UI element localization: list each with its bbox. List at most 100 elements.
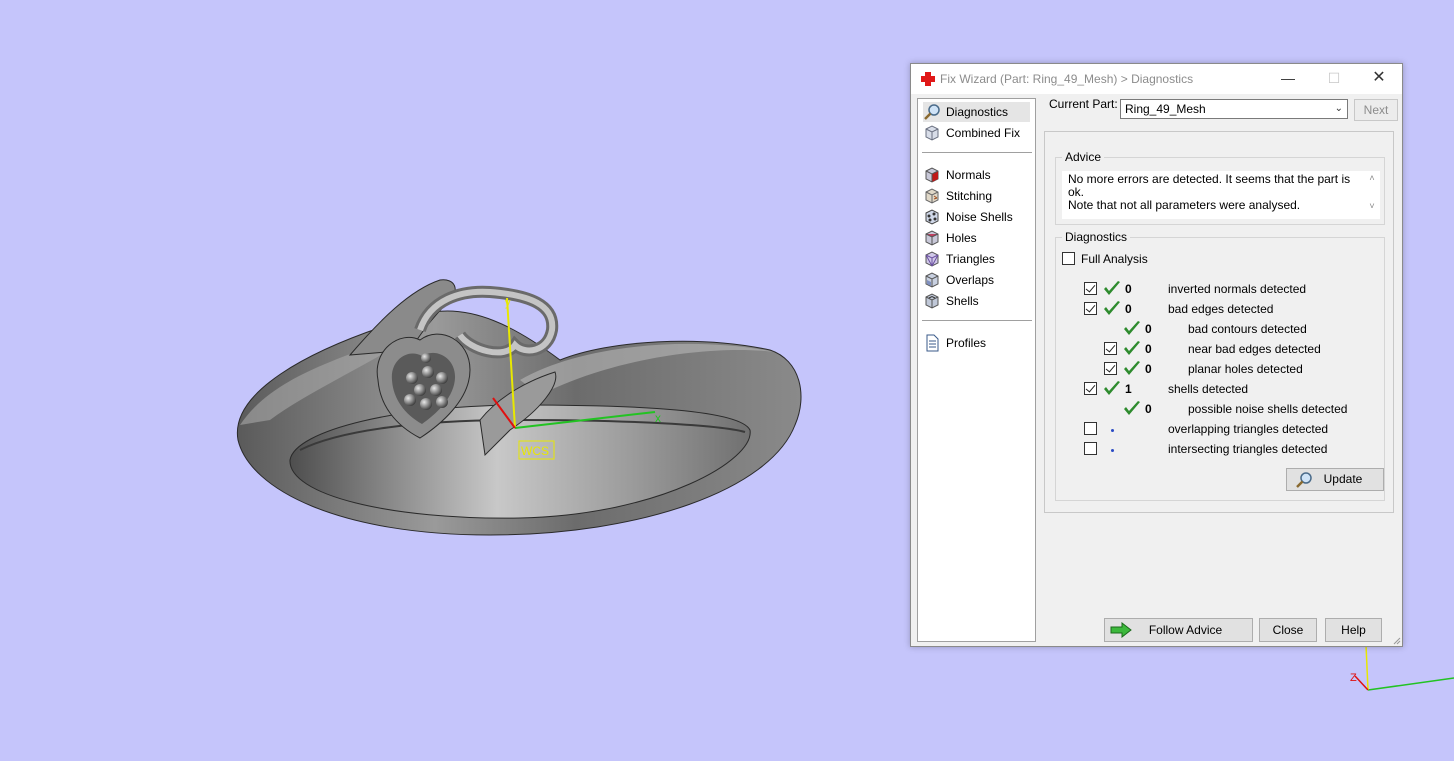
diagnostic-row: 0 inverted normals detected [1056,281,1384,299]
sidebar-item-label: Profiles [946,336,987,350]
full-analysis-label: Full Analysis [1081,252,1148,266]
shells-cube-icon [925,293,939,309]
maximize-button[interactable]: ☐ [1311,64,1357,94]
diagnostic-count: 0 [1125,302,1132,316]
magnifier-icon [1296,472,1312,488]
resize-grip-icon[interactable] [1391,635,1401,645]
diagnostic-checkbox[interactable] [1104,362,1117,375]
diagnostic-count: 0 [1145,342,1152,356]
diagnostic-row: 0 near bad edges detected [1056,341,1384,359]
wizard-sidebar: Diagnostics Combined Fix Normals Stitchi… [917,98,1036,642]
diagnostic-label: shells detected [1168,382,1249,396]
sidebar-item-stitching[interactable]: Stitching [923,186,992,206]
diagnostic-row: 0 bad edges detected [1056,301,1384,319]
sidebar-item-label: Noise Shells [946,210,1013,224]
sidebar-item-triangles[interactable]: Triangles [923,249,995,269]
advice-scrollbar[interactable]: ˄ ˅ [1364,171,1380,219]
diagnostic-label: possible noise shells detected [1188,402,1348,416]
sidebar-item-label: Normals [946,168,991,182]
green-arrow-icon [1110,622,1132,638]
diagnostic-count: 0 [1125,282,1132,296]
advice-title: Advice [1062,150,1105,164]
sidebar-item-noise-shells[interactable]: Noise Shells [923,207,1013,227]
diagnostic-count: 1 [1125,382,1132,396]
stitching-cube-icon [925,188,939,204]
diagnostic-label: bad contours detected [1188,322,1307,336]
sidebar-item-overlaps[interactable]: Overlaps [923,270,994,290]
sidebar-item-shells[interactable]: Shells [923,291,979,311]
follow-advice-button[interactable]: Follow Advice [1104,618,1253,642]
diagnostic-row: 1 shells detected [1056,381,1384,399]
diagnostic-checkbox[interactable] [1084,302,1097,315]
corner-z-label: Z [1350,672,1357,684]
diagnostic-checkbox[interactable] [1084,382,1097,395]
sidebar-item-label: Diagnostics [946,105,1009,119]
green-check-icon [1124,341,1140,355]
diagnostic-row: 0 planar holes detected [1056,361,1384,379]
pending-dot-icon [1111,429,1114,432]
diagnostic-row: 0 possible noise shells detected [1056,401,1384,419]
next-button[interactable]: Next [1354,99,1398,121]
sidebar-divider [922,152,1032,153]
close-window-button[interactable]: ✕ [1356,64,1402,94]
sidebar-item-profiles[interactable]: Profiles [923,333,986,353]
sidebar-item-label: Stitching [946,189,993,203]
advice-line-1: No more errors are detected. It seems th… [1068,172,1351,199]
full-analysis-checkbox[interactable] [1062,252,1075,265]
triangles-cube-icon [925,251,939,267]
diagnostic-count: 0 [1145,322,1152,336]
green-check-icon [1104,281,1120,295]
noise-shells-icon [925,209,939,225]
overlaps-cube-icon [925,272,939,288]
diagnostic-checkbox[interactable] [1084,442,1097,455]
diagnostics-panel: Advice No more errors are detected. It s… [1044,131,1394,513]
diagnostic-checkbox[interactable] [1104,342,1117,355]
diagnostic-count: 0 [1145,402,1152,416]
sidebar-item-normals[interactable]: Normals [923,165,991,185]
holes-cube-icon [925,230,939,246]
sidebar-item-label: Overlaps [946,273,995,287]
wcs-label: WCS [521,444,549,458]
scroll-up-icon[interactable]: ˄ [1364,173,1380,183]
help-button[interactable]: Help [1325,618,1382,642]
sidebar-item-combined-fix[interactable]: Combined Fix [923,123,1020,143]
update-button[interactable]: Update [1286,468,1384,491]
sidebar-item-label: Combined Fix [946,126,1021,140]
chevron-down-icon: ⌄ [1334,103,1343,114]
diagnostic-row: overlapping triangles detected [1056,421,1384,439]
diagnostic-checkbox[interactable] [1084,282,1097,295]
diagnostic-row: intersecting triangles detected [1056,441,1384,459]
minimize-button[interactable]: — [1265,64,1311,94]
sidebar-item-diagnostics[interactable]: Diagnostics [923,102,1030,122]
sidebar-item-label: Shells [946,294,979,308]
diagnostics-title: Diagnostics [1062,230,1131,244]
green-check-icon [1124,401,1140,415]
magnifier-icon [924,104,940,120]
current-part-select[interactable]: Ring_49_Mesh ⌄ [1120,99,1348,119]
advice-text: No more errors are detected. It seems th… [1062,171,1364,219]
diagnostic-label: overlapping triangles detected [1168,422,1329,436]
green-check-icon [1104,381,1120,395]
title-bar[interactable]: Fix Wizard (Part: Ring_49_Mesh) > Diagno… [911,64,1402,94]
scroll-down-icon[interactable]: ˅ [1364,201,1380,211]
current-part-value: Ring_49_Mesh [1125,102,1206,116]
diagnostics-group: Diagnostics Full Analysis 0 inverted norm… [1055,230,1385,501]
diagnostic-checkbox[interactable] [1084,422,1097,435]
sidebar-divider [922,320,1032,321]
pending-dot-icon [1111,449,1114,452]
window-title: Fix Wizard (Part: Ring_49_Mesh) > Diagno… [940,72,1194,86]
diagnostic-label: planar holes detected [1188,362,1303,376]
corner-axis-indicator: Z [1350,644,1454,691]
normals-cube-icon [925,167,939,183]
sidebar-item-label: Holes [946,231,977,245]
diagnostic-label: near bad edges detected [1188,342,1321,356]
green-check-icon [1124,361,1140,375]
diagnostic-label: inverted normals detected [1168,282,1307,296]
fix-wizard-dialog: Fix Wizard (Part: Ring_49_Mesh) > Diagno… [910,63,1403,647]
sidebar-item-holes[interactable]: Holes [923,228,977,248]
diagnostic-label: intersecting triangles detected [1168,442,1328,456]
diagnostic-count: 0 [1145,362,1152,376]
document-icon [926,334,939,352]
close-button[interactable]: Close [1259,618,1317,642]
follow-advice-label: Follow Advice [1148,623,1223,637]
